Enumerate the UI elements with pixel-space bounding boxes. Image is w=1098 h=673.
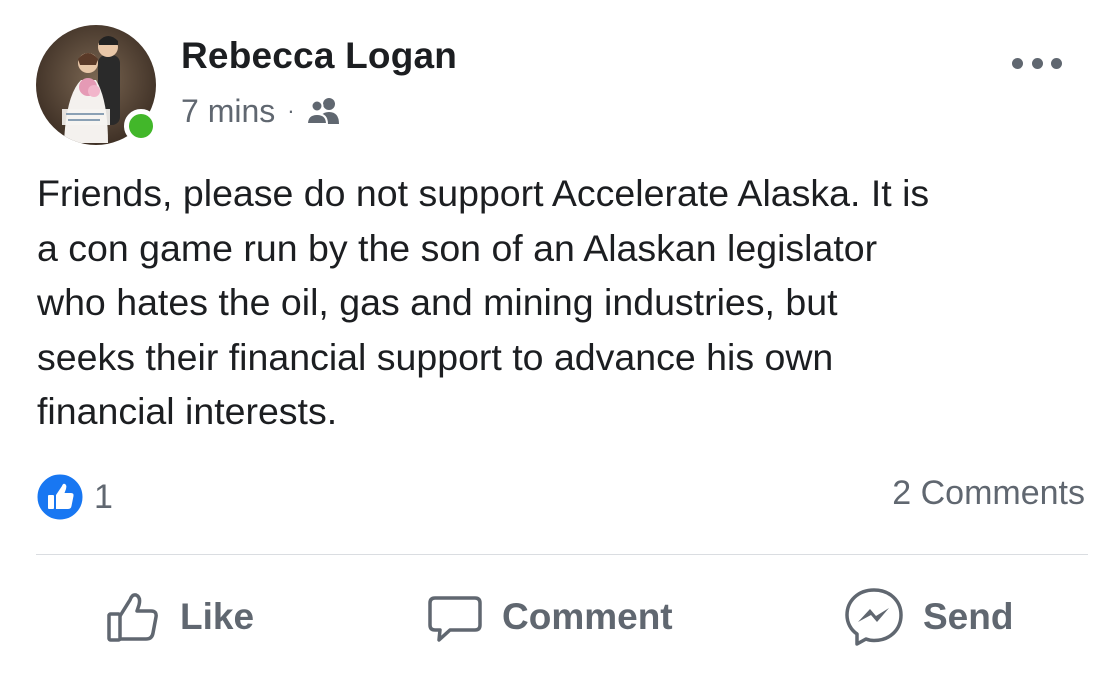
thumbs-up-icon [107,593,158,642]
comment-button[interactable]: Comment [426,585,673,649]
comments-count-link[interactable]: 2 Comments [892,474,1085,513]
more-options-button[interactable] [1012,52,1062,74]
author-avatar[interactable] [36,25,158,145]
speech-bubble-icon [428,596,482,642]
post-meta: 7 mins · [181,91,342,131]
send-button[interactable]: Send [843,585,1013,649]
reaction-count: 1 [94,477,113,516]
post-timestamp[interactable]: 7 mins [181,93,275,130]
like-reaction-icon [36,473,84,521]
reactions-summary[interactable]: 1 [36,472,113,522]
friends-icon[interactable] [305,96,342,126]
divider [36,554,1088,555]
meta-separator: · [287,98,295,123]
post-text: Friends, please do not support Accelerat… [37,172,930,432]
more-dots-icon [1012,57,1023,69]
online-status-icon [124,109,158,143]
messenger-icon [845,588,903,646]
like-button[interactable]: Like [104,585,254,649]
comment-label: Comment [502,596,673,637]
send-label: Send [923,596,1014,637]
like-label: Like [180,596,255,637]
author-name[interactable]: Rebecca Logan [181,35,457,77]
